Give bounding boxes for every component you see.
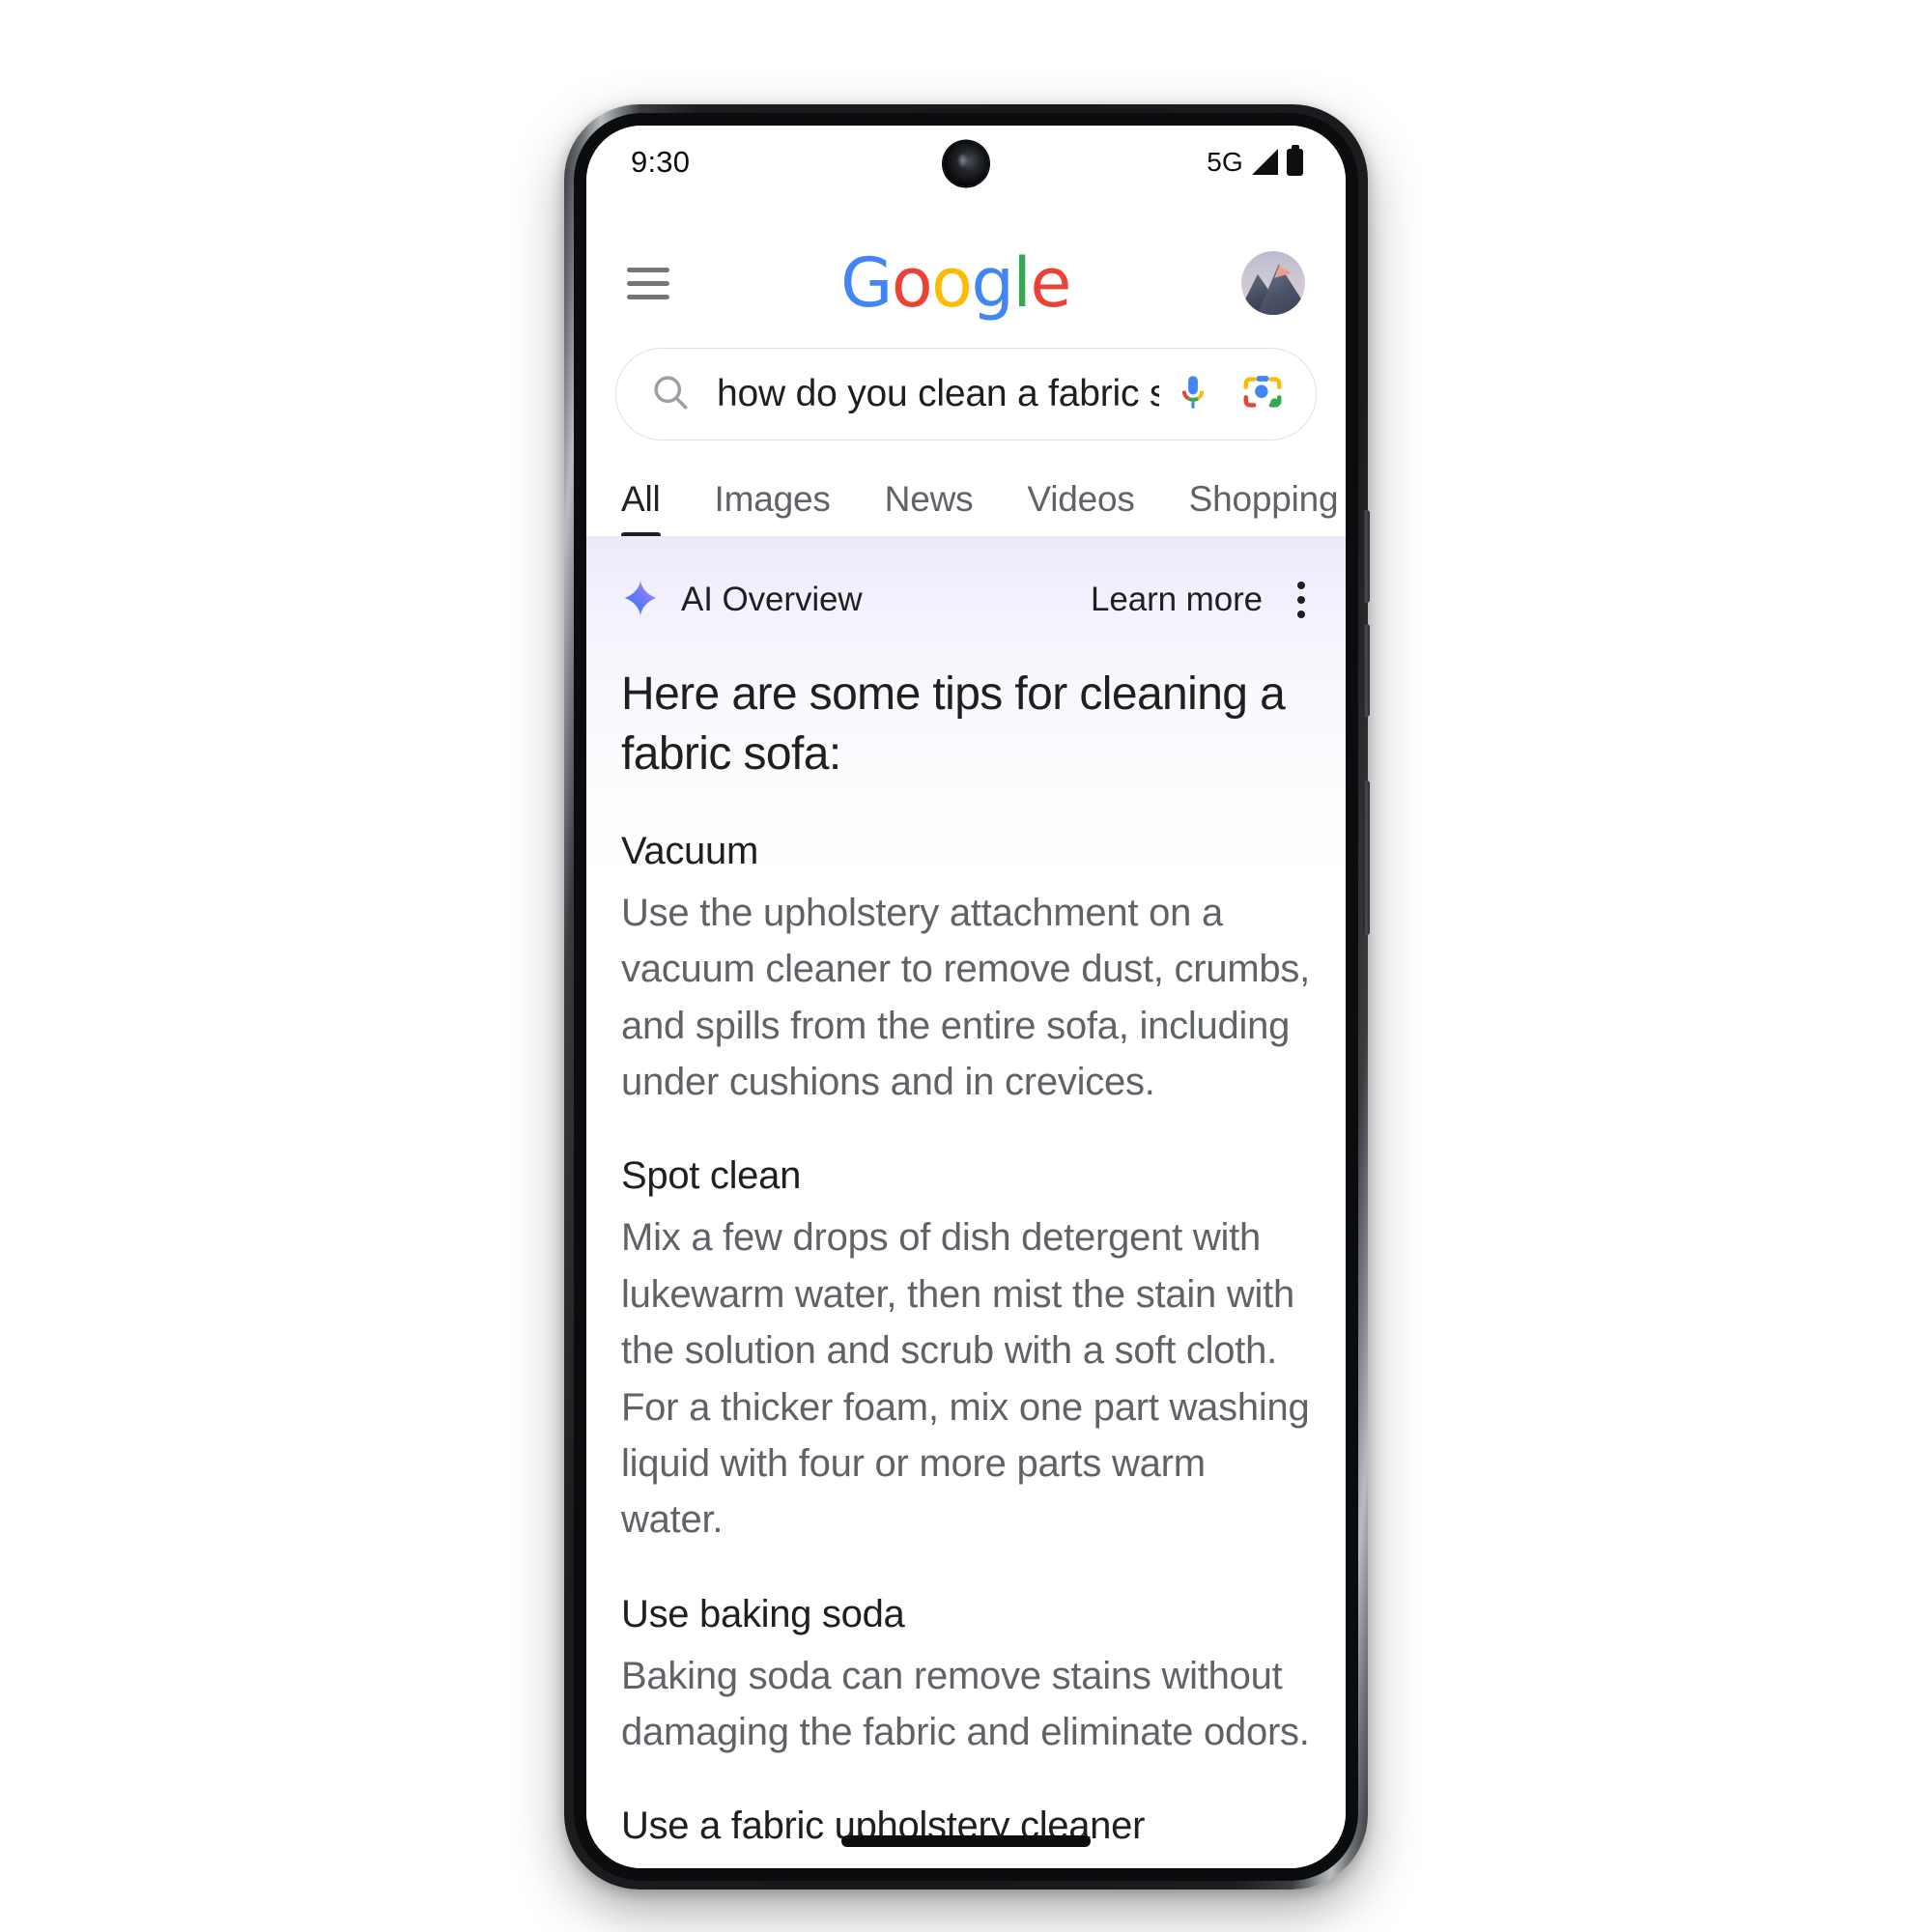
ai-overview-title: AI Overview <box>681 581 863 618</box>
ai-overview-actions: Learn more <box>1091 576 1313 624</box>
google-lens-icon[interactable] <box>1240 370 1285 419</box>
tab-images[interactable]: Images <box>715 479 831 536</box>
magnifier-icon <box>649 371 692 418</box>
ai-overview-intro: Here are some tips for cleaning a fabric… <box>621 668 1286 781</box>
kebab-dot <box>1297 596 1305 604</box>
search-tabs[interactable]: All Images News Videos Shopping Pers <box>586 440 1346 537</box>
logo-letter: o <box>931 243 973 323</box>
status-indicators: 5G <box>1207 145 1303 178</box>
kebab-dot <box>1297 611 1305 618</box>
learn-more-link[interactable]: Learn more <box>1091 581 1263 619</box>
front-camera-icon <box>943 141 989 186</box>
more-options-icon[interactable] <box>1290 576 1313 624</box>
logo-letter: l <box>1012 243 1031 323</box>
ai-section-spot-clean: Spot clean Mix a few drops of dish deter… <box>621 1154 1311 1548</box>
search-bar[interactable]: how do you clean a fabric s... <box>615 348 1317 440</box>
network-type-label: 5G <box>1207 147 1243 177</box>
tab-videos[interactable]: Videos <box>1027 479 1134 536</box>
section-body: Baking soda can remove stains without da… <box>621 1654 1310 1754</box>
ai-overview-title-group: AI Overview <box>621 579 863 622</box>
phone-screen: 9:30 5G Google how do you clean a fabric… <box>586 126 1346 1868</box>
volume-up-button[interactable] <box>1363 510 1370 603</box>
status-bar: 9:30 5G <box>586 126 1346 199</box>
app-header: Google <box>586 199 1346 317</box>
section-body-text: Follow the manufacturer's instructions f… <box>621 1866 1260 1868</box>
hamburger-bar <box>627 294 669 299</box>
section-body: Follow the manufacturer's instructions f… <box>621 1860 1311 1868</box>
search-bar-container: how do you clean a fabric s... <box>586 317 1346 440</box>
phone-frame: 9:30 5G Google how do you clean a fabric… <box>564 104 1370 1889</box>
volume-down-button[interactable] <box>1363 624 1370 717</box>
tab-news[interactable]: News <box>885 479 974 536</box>
ai-section-vacuum: Vacuum Use the upholstery attachment on … <box>621 830 1311 1111</box>
tab-all[interactable]: All <box>621 479 661 536</box>
search-input[interactable]: how do you clean a fabric s... <box>717 373 1159 415</box>
hamburger-menu-icon[interactable] <box>627 262 669 305</box>
power-button[interactable] <box>1363 781 1370 935</box>
screenshot-stage: 9:30 5G Google how do you clean a fabric… <box>0 0 1932 1932</box>
section-heading: Use baking soda <box>621 1592 905 1635</box>
kebab-dot <box>1297 582 1305 589</box>
google-logo: Google <box>840 249 1071 317</box>
logo-letter: g <box>971 243 1013 323</box>
section-body: Use the upholstery attachment on a vacuu… <box>621 891 1311 1103</box>
ai-overview-header: AI Overview Learn more <box>586 537 1346 624</box>
logo-letter: e <box>1030 243 1071 323</box>
section-body: Mix a few drops of dish detergent with l… <box>621 1216 1310 1542</box>
status-time: 9:30 <box>631 145 691 179</box>
logo-letter: G <box>840 243 893 323</box>
battery-full-icon <box>1287 145 1303 176</box>
ai-overview-body: Here are some tips for cleaning a fabric… <box>586 665 1346 1868</box>
hamburger-bar <box>627 280 669 286</box>
logo-letter: o <box>891 243 933 323</box>
ai-overview-panel: AI Overview Learn more Here are some tip… <box>586 537 1346 1868</box>
tab-shopping[interactable]: Shopping <box>1189 479 1339 536</box>
ai-section-baking-soda: Use baking soda Baking soda can remove s… <box>621 1593 1311 1761</box>
account-avatar[interactable] <box>1241 251 1305 315</box>
microphone-icon[interactable] <box>1173 372 1213 417</box>
section-heading: Vacuum <box>621 829 758 872</box>
hamburger-bar <box>627 267 669 272</box>
gesture-navigation-bar[interactable] <box>841 1835 1091 1847</box>
ai-sparkle-icon <box>621 579 660 622</box>
section-heading: Spot clean <box>621 1154 802 1198</box>
signal-bars-icon <box>1252 149 1278 175</box>
